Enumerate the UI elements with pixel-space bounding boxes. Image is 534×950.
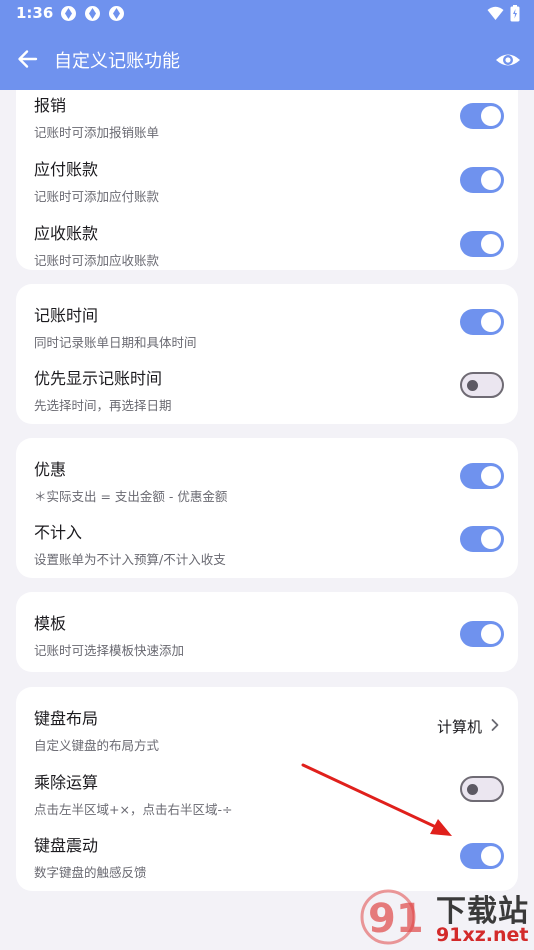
settings-card-time: 记账时间 同时记录账单日期和具体时间 优先显示记账时间 先选择时间，再选择日期	[16, 284, 518, 424]
status-time: 1:36	[16, 4, 54, 22]
setting-subtitle: 设置账单为不计入预算/不计入收支	[34, 552, 226, 567]
setting-row-record-time[interactable]: 记账时间 同时记录账单日期和具体时间	[16, 302, 518, 366]
toggle-keyboard-vibration[interactable]	[460, 843, 504, 869]
app-bar: 自定义记账功能	[0, 28, 534, 90]
setting-title: 优先显示记账时间	[34, 369, 163, 388]
setting-title: 记账时间	[34, 306, 99, 325]
setting-row-reimbursement[interactable]: 报销 记账时可添加报销账单	[16, 92, 518, 156]
notification-icon	[60, 5, 77, 22]
setting-subtitle: 点击左半区域+×，点击右半区域-÷	[34, 802, 233, 817]
page-title: 自定义记账功能	[54, 51, 180, 72]
setting-subtitle: 记账时可选择模板快速添加	[34, 643, 185, 658]
setting-row-keyboard-layout[interactable]: 键盘布局 自定义键盘的布局方式 计算机	[16, 705, 518, 769]
notification-icon	[84, 5, 101, 22]
toggle-reimbursement[interactable]	[460, 103, 504, 129]
setting-subtitle: 记账时可添加应收账款	[34, 253, 160, 268]
setting-title: 应付账款	[34, 160, 99, 179]
setting-row-keyboard-vibration[interactable]: 键盘震动 数字键盘的触感反馈	[16, 832, 518, 891]
toggle-exclude[interactable]	[460, 526, 504, 552]
setting-subtitle: 数字键盘的触感反馈	[34, 865, 147, 880]
eye-icon[interactable]	[494, 46, 522, 74]
watermark-logo-icon: 91	[360, 889, 424, 945]
setting-row-discount[interactable]: 优惠 ＊实际支出 = 支出金额 - 优惠金额	[16, 456, 518, 520]
setting-row-multiply-divide[interactable]: 乘除运算 点击左半区域+×，点击右半区域-÷	[16, 769, 518, 833]
notification-icon	[108, 5, 125, 22]
settings-list: 报销 记账时可添加报销账单 应付账款 记账时可添加应付账款 应收账款 记账时可添…	[0, 90, 534, 950]
settings-card-ledger-types: 报销 记账时可添加报销账单 应付账款 记账时可添加应付账款 应收账款 记账时可添…	[16, 90, 518, 270]
notification-icons	[60, 5, 125, 22]
setting-row-template[interactable]: 模板 记账时可选择模板快速添加	[16, 610, 518, 672]
setting-row-accounts-payable[interactable]: 应付账款 记账时可添加应付账款	[16, 156, 518, 220]
wifi-icon	[487, 6, 504, 25]
back-arrow-icon[interactable]	[14, 45, 42, 73]
watermark-url: 91xz.net	[436, 924, 529, 946]
setting-title: 键盘布局	[34, 709, 99, 728]
toggle-time-first[interactable]	[460, 372, 504, 398]
setting-title: 模板	[34, 614, 67, 633]
keyboard-layout-value-text: 计算机	[436, 718, 482, 736]
setting-title: 不计入	[34, 523, 83, 542]
setting-subtitle: 记账时可添加报销账单	[34, 125, 160, 140]
setting-title: 乘除运算	[34, 773, 99, 792]
setting-subtitle: 记账时可添加应付账款	[34, 189, 160, 204]
setting-title: 应收账款	[34, 224, 99, 243]
toggle-accounts-payable[interactable]	[460, 167, 504, 193]
toggle-record-time[interactable]	[460, 309, 504, 335]
keyboard-layout-value[interactable]: 计算机	[437, 716, 500, 737]
settings-card-template: 模板 记账时可选择模板快速添加	[16, 592, 518, 672]
watermark: 91 下载站 91xz.net	[358, 884, 534, 950]
setting-subtitle: 先选择时间，再选择日期	[34, 398, 172, 413]
toggle-template[interactable]	[460, 621, 504, 647]
setting-title: 优惠	[34, 460, 67, 479]
setting-subtitle: 同时记录账单日期和具体时间	[34, 335, 197, 350]
setting-title: 报销	[34, 96, 67, 115]
battery-icon	[510, 5, 520, 26]
setting-row-exclude[interactable]: 不计入 设置账单为不计入预算/不计入收支	[16, 519, 518, 578]
settings-card-keyboard: 键盘布局 自定义键盘的布局方式 计算机 乘除运算 点击左半区域+×，点击右半区域…	[16, 687, 518, 891]
svg-text:91: 91	[368, 896, 424, 942]
setting-title: 键盘震动	[34, 836, 99, 855]
status-bar: 1:36	[0, 0, 534, 28]
setting-subtitle: 自定义键盘的布局方式	[34, 738, 160, 753]
toggle-accounts-receivable[interactable]	[460, 231, 504, 257]
setting-row-accounts-receivable[interactable]: 应收账款 记账时可添加应收账款	[16, 220, 518, 270]
settings-card-discount: 优惠 ＊实际支出 = 支出金额 - 优惠金额 不计入 设置账单为不计入预算/不计…	[16, 438, 518, 578]
toggle-discount[interactable]	[460, 463, 504, 489]
chevron-right-icon	[490, 717, 500, 736]
toggle-multiply-divide[interactable]	[460, 776, 504, 802]
setting-subtitle: ＊实际支出 = 支出金额 - 优惠金额	[34, 489, 228, 504]
status-right	[487, 5, 520, 26]
setting-row-time-first[interactable]: 优先显示记账时间 先选择时间，再选择日期	[16, 365, 518, 424]
